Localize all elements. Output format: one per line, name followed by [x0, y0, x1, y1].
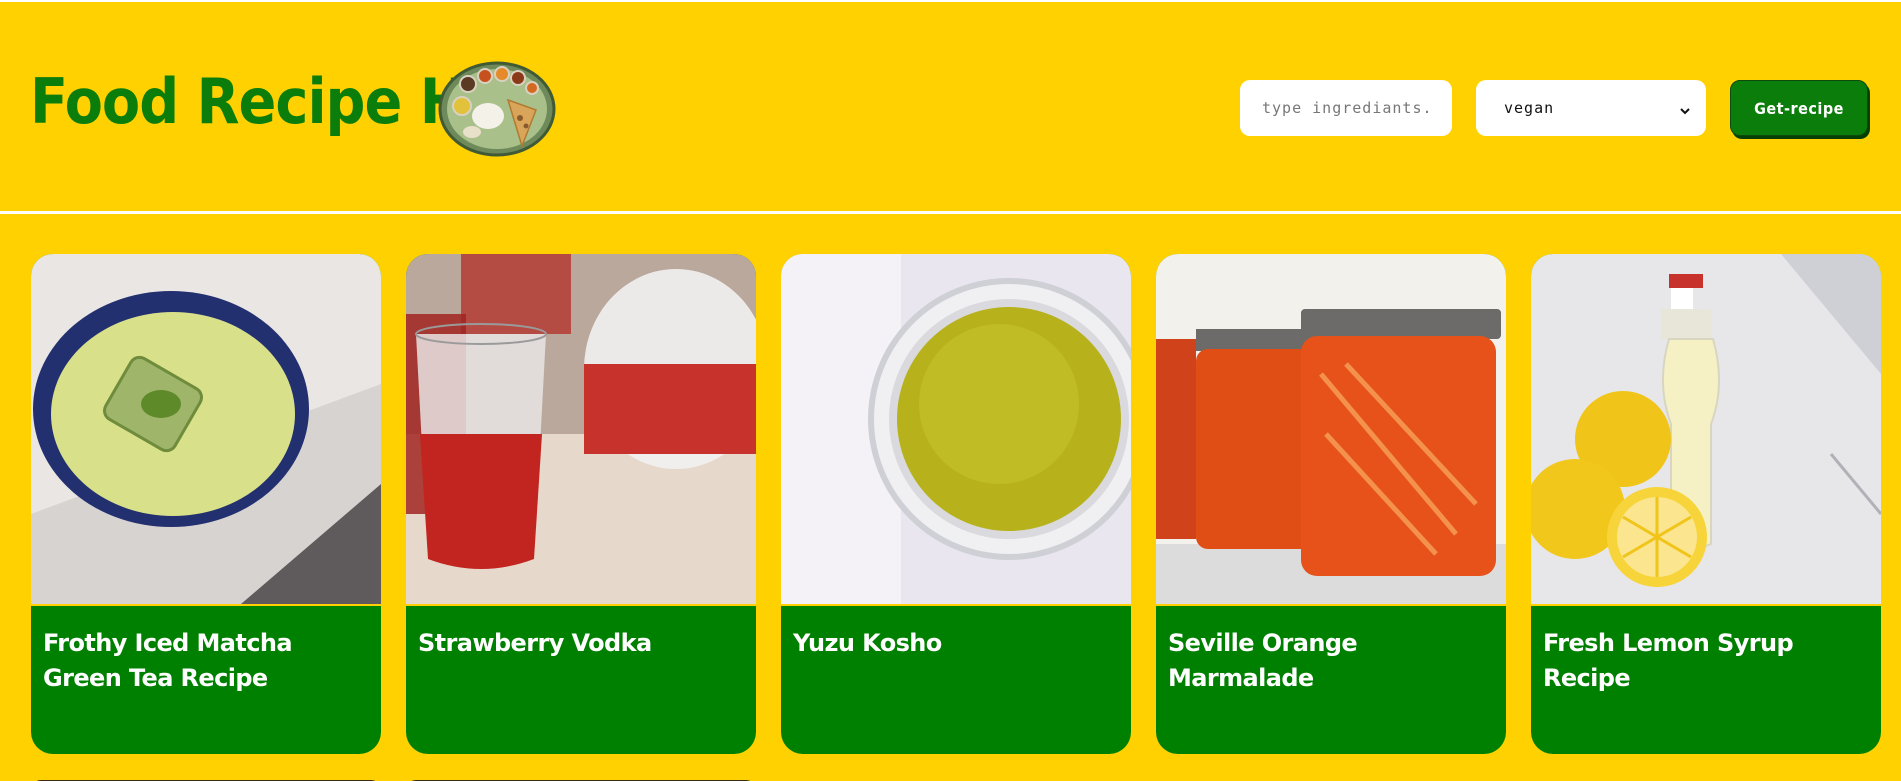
iced-matcha-bowl-image: [31, 254, 381, 604]
recipe-card[interactable]: Strawberry Vodka: [406, 254, 756, 754]
ingredient-search-input[interactable]: [1240, 80, 1452, 136]
card-divider: [31, 604, 381, 606]
thali-plate-icon: [438, 60, 556, 158]
lemon-syrup-bottle-image: [1531, 254, 1881, 604]
recipe-card[interactable]: Yuzu Kosho: [781, 254, 1131, 754]
diet-select-value: vegan: [1504, 99, 1555, 117]
yuzu-kosho-jar-image: [781, 254, 1131, 604]
recipe-card[interactable]: Fresh Lemon Syrup Recipe: [1531, 254, 1881, 754]
chevron-down-icon: [1680, 102, 1690, 115]
recipe-title: Fresh Lemon Syrup Recipe: [1543, 629, 1794, 692]
marmalade-jars-image: [1156, 254, 1506, 604]
recipe-title: Yuzu Kosho: [793, 629, 942, 657]
card-divider: [781, 604, 1131, 606]
get-recipe-button[interactable]: Get-recipe: [1730, 80, 1868, 136]
red-drink-glasses-image: [406, 254, 756, 604]
card-divider: [1156, 604, 1506, 606]
recipe-card[interactable]: Seville Orange Marmalade: [1156, 254, 1506, 754]
header-divider: [0, 211, 1901, 214]
recipe-card[interactable]: Frothy Iced Matcha Green Tea Recipe: [31, 254, 381, 754]
card-divider: [406, 604, 756, 606]
page: Food Recipe Hub vegan: [0, 0, 1901, 781]
site-header: Food Recipe Hub vegan: [0, 2, 1901, 212]
recipe-title: Seville Orange Marmalade: [1168, 629, 1358, 692]
card-divider: [1531, 604, 1881, 606]
recipe-title: Strawberry Vodka: [418, 629, 652, 657]
recipe-title: Frothy Iced Matcha Green Tea Recipe: [43, 629, 293, 692]
diet-select[interactable]: vegan: [1476, 80, 1706, 136]
